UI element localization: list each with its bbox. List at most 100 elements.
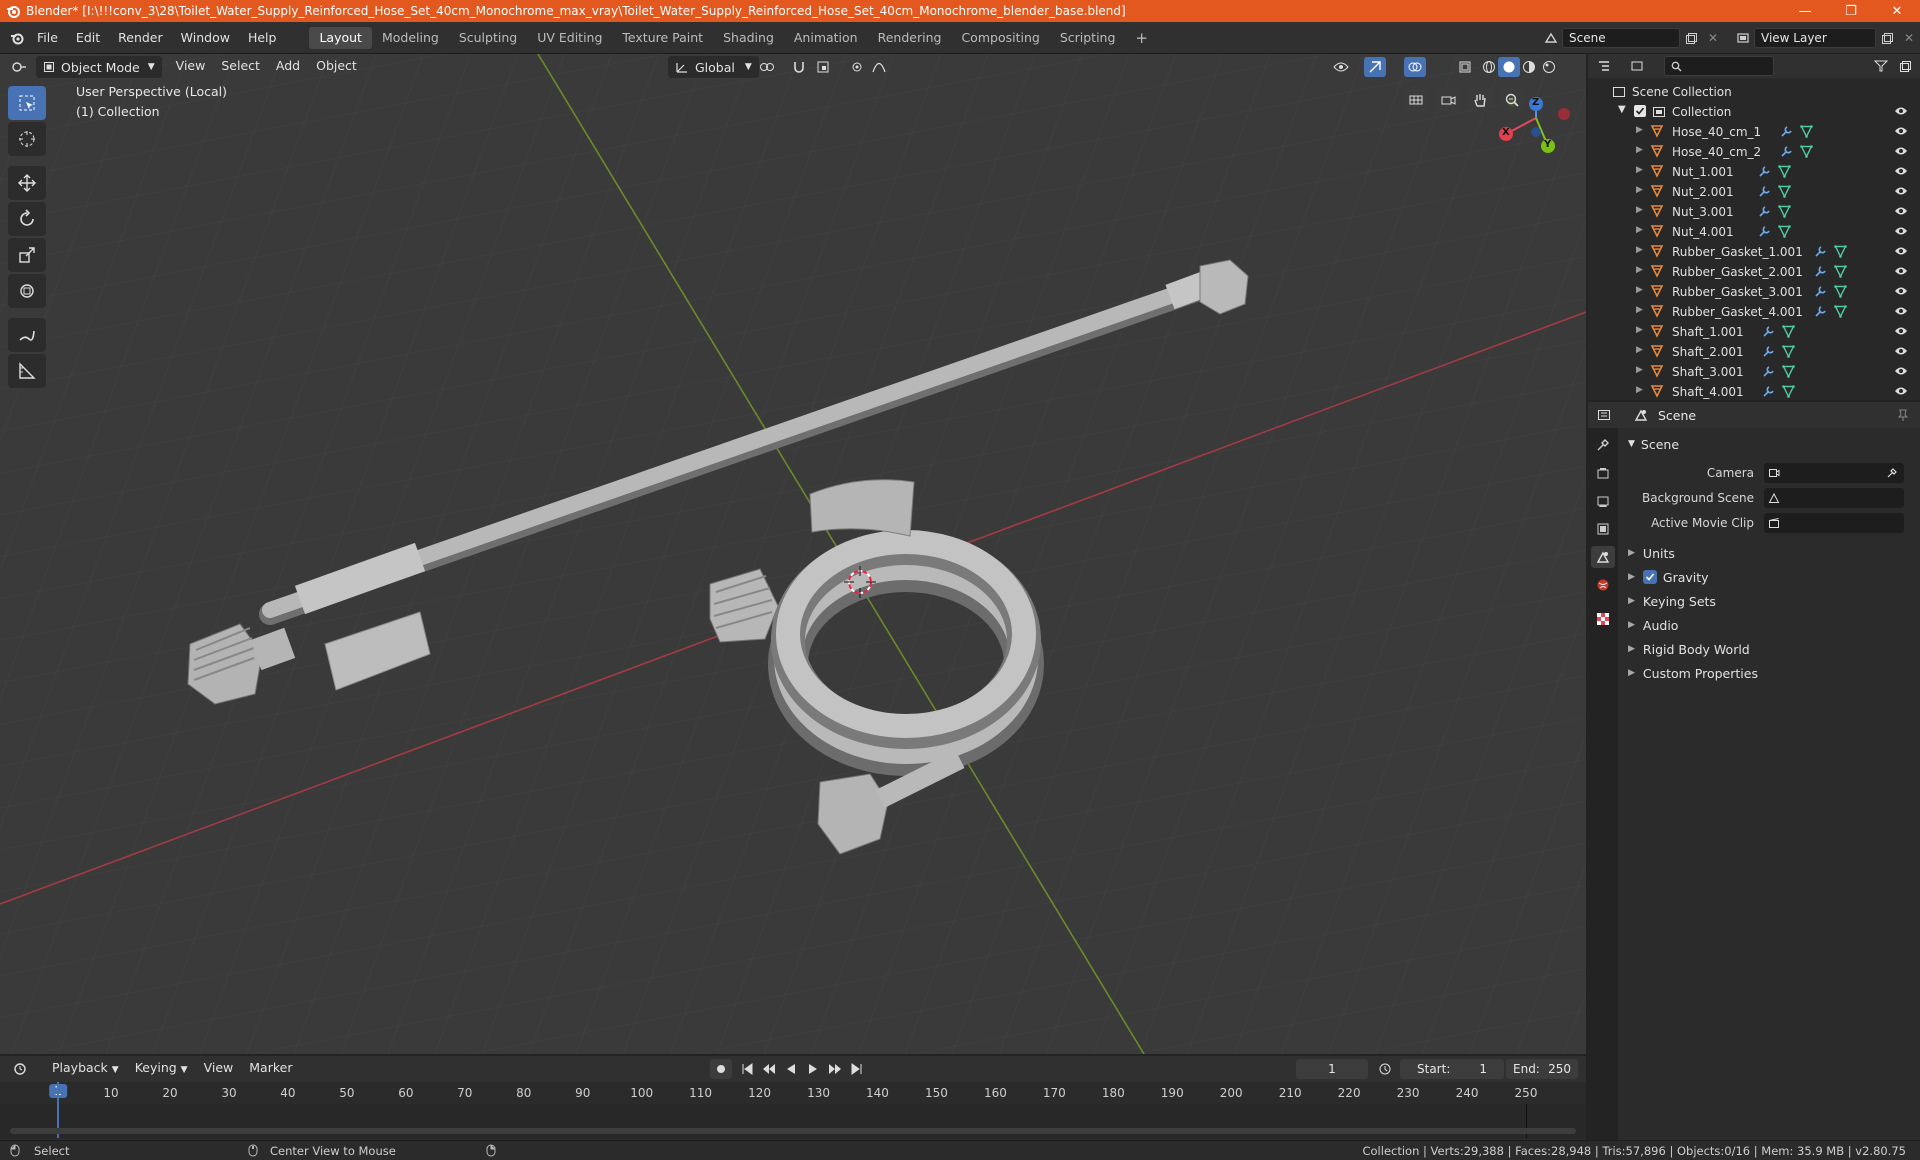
overlays-toggle-icon[interactable]	[1404, 57, 1426, 77]
outliner-object-row[interactable]: ▶ Nut_2.001	[1588, 182, 1920, 202]
timeline-menu-view[interactable]: View	[196, 1058, 242, 1080]
transform-orientation-dropdown[interactable]: Global ▼	[668, 56, 759, 78]
material-shading-icon[interactable]	[1518, 57, 1540, 77]
remove-scene-icon[interactable]: ✕	[1702, 28, 1724, 48]
scale-tool[interactable]	[8, 238, 46, 272]
modifier-wrench-icon[interactable]	[1814, 285, 1827, 301]
expand-arrow-icon[interactable]: ▶	[1636, 245, 1643, 255]
visibility-eye-icon[interactable]	[1894, 285, 1908, 299]
mesh-data-icon[interactable]	[1834, 265, 1847, 281]
visibility-eye-icon[interactable]	[1894, 205, 1908, 219]
snap-toggle-icon[interactable]	[788, 57, 810, 77]
outliner-object-row[interactable]: ▶ Shaft_2.001	[1588, 342, 1920, 362]
cursor-tool[interactable]	[8, 122, 46, 156]
move-tool[interactable]	[8, 166, 46, 200]
outliner-object-row[interactable]: ▶ Shaft_1.001	[1588, 322, 1920, 342]
mesh-data-icon[interactable]	[1782, 345, 1795, 361]
workspace-tab-layout[interactable]: Layout	[309, 26, 372, 49]
add-workspace-button[interactable]: +	[1125, 27, 1158, 49]
expand-arrow-icon[interactable]: ▶	[1636, 265, 1643, 275]
frame-end-field[interactable]: End: 250	[1506, 1059, 1578, 1079]
viewport-menu-object[interactable]: Object	[308, 56, 365, 78]
modifier-wrench-icon[interactable]	[1762, 325, 1775, 341]
gizmo-toggle-icon[interactable]	[1364, 57, 1386, 77]
menu-help[interactable]: Help	[239, 27, 286, 49]
collection-visibility-eye-icon[interactable]	[1894, 105, 1908, 119]
modifier-wrench-icon[interactable]	[1758, 185, 1771, 201]
expand-arrow-icon[interactable]: ▶	[1636, 365, 1643, 375]
background-scene-field[interactable]	[1764, 487, 1904, 508]
jump-to-keyframe-prev-icon[interactable]	[758, 1059, 780, 1079]
outliner-object-row[interactable]: ▶ Rubber_Gasket_4.001	[1588, 302, 1920, 322]
visibility-eye-icon[interactable]	[1894, 345, 1908, 359]
current-frame-field[interactable]: 1	[1296, 1059, 1368, 1079]
zoom-view-icon[interactable]	[1498, 86, 1526, 114]
scene-name-field[interactable]: Scene	[1562, 28, 1680, 48]
mesh-data-icon[interactable]	[1834, 305, 1847, 321]
expand-arrow-icon[interactable]: ▶	[1636, 165, 1643, 175]
collection-checkbox-icon[interactable]	[1634, 105, 1646, 117]
mesh-data-icon[interactable]	[1778, 205, 1791, 221]
menu-render[interactable]: Render	[109, 27, 172, 49]
pivot-point-icon[interactable]	[756, 57, 778, 77]
modifier-wrench-icon[interactable]	[1762, 365, 1775, 381]
outliner-object-row[interactable]: ▶ Hose_40_cm_1	[1588, 122, 1920, 142]
scene-collection-row[interactable]: Scene Collection	[1588, 82, 1920, 102]
scene-tab-icon[interactable]	[1591, 546, 1615, 568]
menu-file[interactable]: File	[28, 27, 67, 49]
visibility-eye-icon[interactable]	[1894, 365, 1908, 379]
wireframe-shading-icon[interactable]	[1478, 57, 1500, 77]
maximize-button[interactable]: ❐	[1828, 0, 1874, 22]
mesh-data-icon[interactable]	[1778, 185, 1791, 201]
xray-toggle-icon[interactable]	[1454, 57, 1476, 77]
visibility-eye-icon[interactable]	[1894, 165, 1908, 179]
workspace-tab-compositing[interactable]: Compositing	[951, 27, 1049, 49]
new-view-layer-icon[interactable]	[1876, 28, 1898, 48]
outliner-object-row[interactable]: ▶ Rubber_Gasket_3.001	[1588, 282, 1920, 302]
new-scene-icon[interactable]	[1680, 28, 1702, 48]
world-tab-icon[interactable]	[1591, 574, 1615, 596]
expand-arrow-icon[interactable]: ▶	[1636, 225, 1643, 235]
mesh-data-icon[interactable]	[1782, 385, 1795, 401]
visibility-eye-icon[interactable]	[1894, 265, 1908, 279]
select-box-tool[interactable]	[8, 86, 46, 120]
outliner-object-row[interactable]: ▶ Shaft_4.001	[1588, 382, 1920, 402]
rendered-shading-icon[interactable]	[1538, 57, 1560, 77]
3d-viewport[interactable]: Z X Y Object Mode ▼ View Select Add Obje…	[0, 54, 1586, 1054]
modifier-wrench-icon[interactable]	[1814, 305, 1827, 321]
visibility-eye-icon[interactable]	[1894, 185, 1908, 199]
jump-to-end-icon[interactable]	[846, 1059, 868, 1079]
view-layer-field[interactable]: View Layer	[1754, 28, 1876, 48]
outliner-object-row[interactable]: ▶ Rubber_Gasket_2.001	[1588, 262, 1920, 282]
annotate-tool[interactable]	[8, 318, 46, 352]
auto-keying-record-icon[interactable]	[710, 1059, 732, 1079]
expand-arrow-icon[interactable]: ▶	[1636, 205, 1643, 215]
timeline-ruler[interactable]: 1102030405060708090100110120130140150160…	[0, 1082, 1586, 1104]
mesh-data-icon[interactable]	[1778, 225, 1791, 241]
visibility-eye-icon[interactable]	[1894, 245, 1908, 259]
outliner-search-input[interactable]	[1664, 56, 1774, 76]
workspace-tab-texture-paint[interactable]: Texture Paint	[612, 27, 713, 49]
toggle-perspective-icon[interactable]	[1402, 86, 1430, 114]
outliner-object-row[interactable]: ▶ Nut_4.001	[1588, 222, 1920, 242]
modifier-wrench-icon[interactable]	[1758, 165, 1771, 181]
viewport-menu-select[interactable]: Select	[213, 56, 268, 78]
panel-custom-properties[interactable]: ▶ Custom Properties	[1620, 661, 1920, 685]
visibility-filter-icon[interactable]	[1330, 57, 1352, 77]
timeline-track-area[interactable]	[0, 1082, 1586, 1138]
pin-icon[interactable]	[1892, 405, 1914, 425]
modifier-wrench-icon[interactable]	[1814, 265, 1827, 281]
outliner-object-row[interactable]: ▶ Rubber_Gasket_1.001	[1588, 242, 1920, 262]
transform-tool[interactable]	[8, 274, 46, 308]
minimize-button[interactable]: —	[1782, 0, 1828, 22]
view-layer-tab-icon[interactable]	[1591, 518, 1615, 540]
visibility-eye-icon[interactable]	[1894, 305, 1908, 319]
mesh-data-icon[interactable]	[1778, 165, 1791, 181]
solid-shading-icon[interactable]	[1498, 57, 1520, 77]
proportional-falloff-icon[interactable]	[868, 57, 890, 77]
outliner-editor-type-icon[interactable]	[1594, 56, 1616, 76]
object-mode-dropdown[interactable]: Object Mode ▼	[36, 56, 162, 78]
expand-arrow-icon[interactable]: ▶	[1636, 185, 1643, 195]
jump-to-keyframe-next-icon[interactable]	[824, 1059, 846, 1079]
timeline-editor-type-icon[interactable]	[10, 1059, 32, 1079]
